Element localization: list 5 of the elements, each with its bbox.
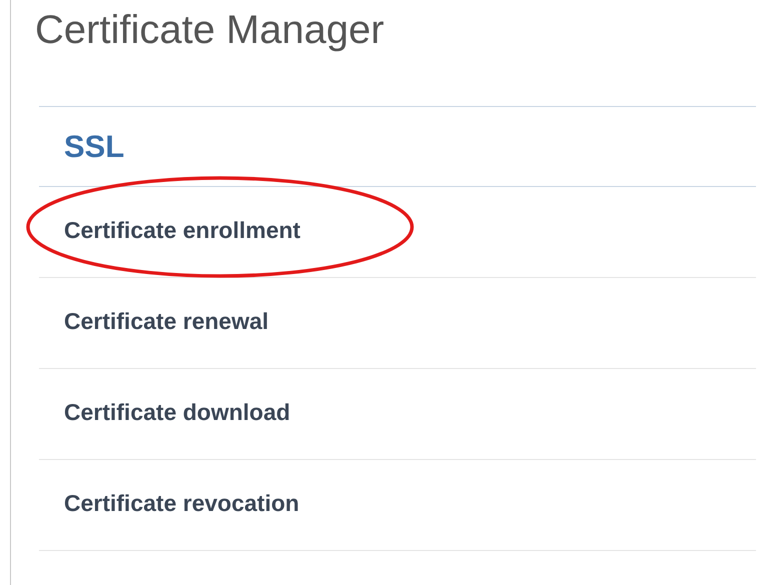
menu-link[interactable]: Certificate download bbox=[64, 394, 290, 430]
menu-link[interactable]: Certificate revocation bbox=[64, 486, 300, 520]
menu-link[interactable]: Certificate renewal bbox=[64, 304, 269, 338]
page-title: Certificate Manager bbox=[35, 8, 386, 52]
section-heading: SSL bbox=[39, 107, 756, 187]
